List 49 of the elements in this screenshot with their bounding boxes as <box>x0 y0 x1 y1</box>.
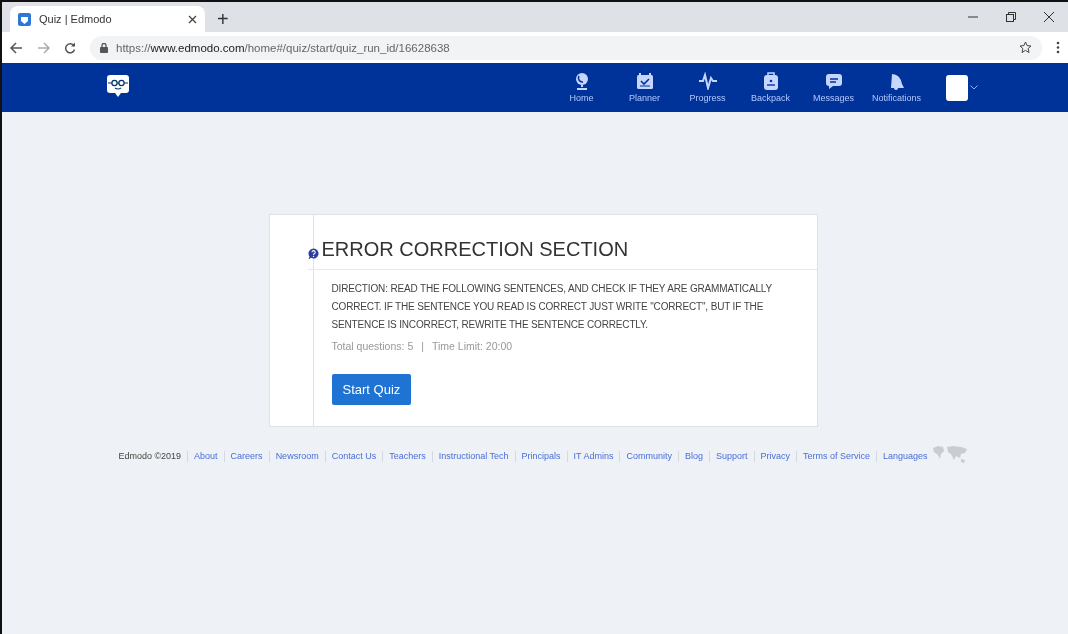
star-icon[interactable] <box>1019 41 1032 54</box>
footer-link[interactable]: Principals <box>521 451 561 461</box>
backpack-icon[interactable] <box>761 72 780 90</box>
question-bubble-icon <box>307 248 319 260</box>
url-text: https://www.edmodo.com/home#/quiz/start/quiz_run_id/16628638 <box>116 41 450 54</box>
reload-icon[interactable] <box>64 41 76 54</box>
world-map-icon <box>931 445 968 465</box>
nav-link[interactable]: Messages <box>813 93 854 103</box>
nav-link[interactable]: Notifications <box>872 93 921 103</box>
footer-link[interactable]: Privacy <box>760 451 791 461</box>
close-icon[interactable] <box>1044 12 1054 22</box>
new-tab-button[interactable]: + <box>217 9 229 29</box>
close-icon[interactable] <box>188 14 197 24</box>
pulse-icon[interactable] <box>698 72 717 90</box>
separator: | <box>421 340 424 352</box>
nav-link[interactable]: Planner <box>629 93 660 103</box>
question-count: Total questions: 5 <box>331 340 414 352</box>
footer-link[interactable]: Instructional Tech <box>438 451 509 461</box>
browser-tab[interactable]: Quiz | Edmodo <box>10 6 205 32</box>
menu-icon[interactable] <box>1056 41 1060 54</box>
time-limit: Time Limit: 20:00 <box>431 340 513 352</box>
calendar-check-icon[interactable] <box>635 72 654 90</box>
lock-icon <box>100 42 108 53</box>
nav-link[interactable]: Home <box>569 93 594 103</box>
direction-text: DIRECTION: READ THE FOLLOWING SENTENCES, AND CHECK IF THEY ARE GRAMMATICALLY CORRECT. IF THE SENTENCE YOU READ IS CORRECT JUST WRITE "CORRECT", BUT IF THE SENTENCE IS INCORRECT, REWRITE THE SENTENCE CORRECTLY. <box>331 282 773 332</box>
nav-link[interactable]: Backpack <box>751 93 790 103</box>
chat-bubble-icon[interactable] <box>824 72 843 90</box>
footer-link[interactable]: About <box>194 451 218 461</box>
quiz-title: ERROR CORRECTION SECTION <box>321 238 629 260</box>
profile-avatar[interactable] <box>946 74 968 101</box>
footer-link[interactable]: Teachers <box>389 451 426 461</box>
copyright-text: Edmodo ©2019 <box>118 451 182 461</box>
back-icon[interactable] <box>10 41 23 54</box>
footer-link[interactable]: Community <box>626 451 672 461</box>
footer-link[interactable]: Languages <box>883 451 928 461</box>
footer-link[interactable]: Careers <box>230 451 263 461</box>
footer-link[interactable]: Contact Us <box>331 451 377 461</box>
restore-icon[interactable] <box>1006 12 1016 22</box>
nav-link[interactable]: Progress <box>689 93 726 103</box>
tab-title: Quiz | Edmodo <box>39 13 113 25</box>
start-quiz-button[interactable]: Start Quiz <box>331 374 412 405</box>
footer-link[interactable]: Blog <box>684 451 703 461</box>
mascot-logo-icon[interactable] <box>107 73 129 98</box>
footer-link[interactable]: IT Admins <box>573 451 614 461</box>
chevron-down-icon[interactable] <box>970 85 978 90</box>
footer-link[interactable]: Terms of Service <box>803 451 871 461</box>
footer-link[interactable]: Newsroom <box>275 451 319 461</box>
footer-link[interactable]: Support <box>716 451 748 461</box>
address-field[interactable]: https://www.edmodo.com/home#/quiz/start/quiz_run_id/16628638 <box>90 35 1042 60</box>
